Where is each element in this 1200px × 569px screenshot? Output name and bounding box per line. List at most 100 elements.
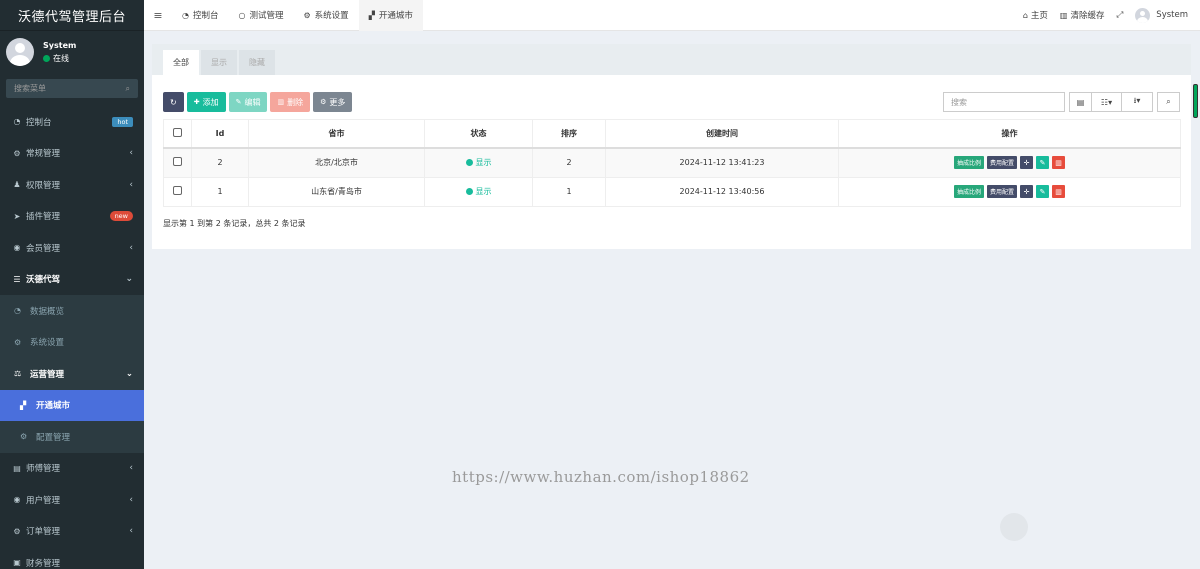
tab-dashboard[interactable]: ◔ 控制台: [172, 0, 229, 31]
sidebar-item-finance[interactable]: ▣ 财务管理: [0, 547, 144, 569]
columns-button[interactable]: ☷▾: [1092, 92, 1122, 112]
sidebar-item-label: 权限管理: [26, 180, 61, 191]
cell-actions: 抽成比例 费用配置 ✛ ✎ ▥: [838, 176, 1181, 207]
sidebar-item-label: 会员管理: [26, 243, 61, 254]
sidebar-item-system-settings[interactable]: ⚙ 系统设置: [0, 326, 144, 358]
status-badge[interactable]: 显示: [465, 186, 492, 197]
sidebar-item-data-overview[interactable]: ◔ 数据概览: [0, 295, 144, 327]
chevron-left-icon: ‹: [129, 179, 133, 190]
tab-settings[interactable]: ⚙ 系统设置: [294, 0, 359, 31]
status-badge[interactable]: 显示: [465, 157, 492, 168]
checker-icon: ▞: [368, 10, 375, 20]
table-search-input[interactable]: 搜索: [943, 92, 1065, 112]
user-status: 在线: [43, 53, 76, 64]
ratio-button[interactable]: 抽成比例: [953, 156, 984, 169]
sidebar-item-config[interactable]: ⚙ 配置管理: [0, 421, 144, 453]
sidebar: 沃德代驾管理后台 System 在线 搜索菜单 ⌕ ◔ 控制台 hot ⚙ 常规…: [0, 0, 144, 569]
add-button[interactable]: ✚ 添加: [186, 92, 226, 112]
sidebar-item-members[interactable]: ◉ 会员管理 ‹: [0, 232, 144, 264]
sidebar-item-operations[interactable]: ⚖ 运营管理 ⌄: [0, 358, 144, 390]
column-header[interactable]: 创建时间: [605, 119, 839, 149]
sidebar-item-woode[interactable]: ☰ 沃德代驾 ⌄: [0, 264, 144, 296]
tab-visible[interactable]: 显示: [201, 50, 237, 75]
menu-toggle-icon[interactable]: ≡: [144, 9, 172, 22]
sidebar-item-drivers[interactable]: ▤ 师傅管理 ‹: [0, 453, 144, 485]
delete-label: 删除: [287, 97, 304, 107]
column-header[interactable]: 排序: [532, 119, 606, 149]
scrollbar[interactable]: [1193, 84, 1198, 118]
menu-search-input[interactable]: 搜索菜单 ⌕: [6, 79, 138, 98]
add-label: 添加: [202, 97, 219, 107]
clear-cache-button[interactable]: ▥ 清除缓存: [1060, 9, 1105, 22]
tab-open-cities[interactable]: ▞ 开通城市: [358, 0, 423, 31]
sidebar-item-label: 开通城市: [36, 401, 71, 412]
refresh-button[interactable]: ↻: [163, 92, 184, 112]
cell-status: 显示: [424, 176, 533, 207]
tab-test[interactable]: ○ 测试管理: [229, 0, 294, 31]
sidebar-item-open-cities[interactable]: ▞ 开通城市: [0, 389, 144, 421]
trash-icon: ▥: [277, 98, 285, 106]
tab-hidden[interactable]: 隐藏: [239, 50, 275, 75]
edit-row-icon[interactable]: ✎: [1036, 185, 1050, 199]
online-status-icon: [43, 54, 50, 62]
row-checkbox[interactable]: [173, 157, 182, 166]
more-button[interactable]: ⚙ 更多: [313, 92, 353, 112]
column-header[interactable]: 状态: [424, 119, 533, 149]
tab-label: 系统设置: [314, 11, 349, 21]
gear-icon: ⚙: [320, 98, 327, 106]
edit-button[interactable]: ✎ 编辑: [228, 92, 268, 112]
user-menu[interactable]: System: [1135, 7, 1188, 23]
select-all-checkbox[interactable]: [173, 127, 182, 137]
hot-badge: hot: [112, 116, 133, 127]
table-row[interactable]: 1 山东省/青岛市 显示 1 2024-11-12 13:40:56 抽成比例 …: [163, 176, 1181, 207]
delete-row-icon[interactable]: ▥: [1052, 185, 1066, 199]
tab-label: 开通城市: [378, 11, 413, 21]
circle-icon: ○: [238, 10, 246, 20]
fullscreen-icon[interactable]: ⤢: [1116, 10, 1123, 20]
sidebar-item-label: 插件管理: [26, 212, 61, 223]
column-header[interactable]: Id: [191, 119, 249, 149]
sidebar-item-permissions[interactable]: ♟ 权限管理 ‹: [0, 169, 144, 201]
cell-id: 1: [191, 176, 249, 207]
advanced-search-button[interactable]: ⌕: [1157, 92, 1180, 112]
cell-sort: 2: [532, 147, 606, 178]
dashboard-icon: ◔: [182, 10, 189, 20]
sidebar-item-label: 师傅管理: [26, 464, 61, 475]
edit-label: 编辑: [244, 97, 261, 107]
gear-icon: ⚙: [303, 10, 311, 20]
drag-handle-icon[interactable]: ✛: [1020, 156, 1034, 169]
sidebar-item-dashboard[interactable]: ◔ 控制台 hot: [0, 106, 144, 138]
search-icon[interactable]: ⌕: [126, 84, 130, 94]
fee-config-button[interactable]: 费用配置: [987, 185, 1018, 199]
app-title[interactable]: 沃德代驾管理后台: [0, 0, 144, 31]
fee-config-button[interactable]: 费用配置: [987, 156, 1018, 169]
cell-status: 显示: [424, 147, 533, 178]
select-all-checkbox-cell: [163, 119, 192, 149]
cogs-icon: ⚙: [20, 432, 28, 442]
cell-created: 2024-11-12 13:40:56: [605, 176, 839, 207]
watermark-text: https://www.huzhan.com/ishop18862: [452, 468, 750, 486]
status-label: 显示: [475, 187, 492, 197]
ratio-button[interactable]: 抽成比例: [953, 185, 984, 199]
chevron-down-icon: ⌄: [125, 368, 133, 379]
chevron-left-icon: ‹: [129, 494, 133, 505]
refresh-icon: ↻: [170, 97, 177, 107]
sidebar-item-users[interactable]: ◉ 用户管理 ‹: [0, 484, 144, 516]
watermark-logo: [1000, 513, 1028, 541]
sidebar-item-plugins[interactable]: ➤ 插件管理 new: [0, 201, 144, 233]
sidebar-item-general[interactable]: ⚙ 常规管理 ‹: [0, 138, 144, 170]
table-row[interactable]: 2 北京/北京市 显示 2 2024-11-12 13:41:23 抽成比例 费…: [163, 147, 1181, 178]
drag-handle-icon[interactable]: ✛: [1020, 185, 1034, 199]
column-header[interactable]: 省市: [248, 119, 425, 149]
export-icon: ⭳▾: [1133, 96, 1141, 105]
sidebar-item-orders[interactable]: ⚙ 订单管理 ‹: [0, 516, 144, 548]
home-link[interactable]: ⌂ 主页: [1023, 9, 1048, 22]
chevron-left-icon: ‹: [129, 526, 133, 537]
toggle-view-button[interactable]: ▤: [1069, 92, 1092, 112]
tab-all[interactable]: 全部: [163, 50, 199, 75]
delete-button[interactable]: ▥ 删除: [270, 92, 311, 112]
edit-row-icon[interactable]: ✎: [1036, 156, 1050, 169]
export-button[interactable]: ⭳▾: [1122, 92, 1153, 112]
row-checkbox[interactable]: [173, 186, 182, 196]
delete-row-icon[interactable]: ▥: [1052, 156, 1066, 169]
